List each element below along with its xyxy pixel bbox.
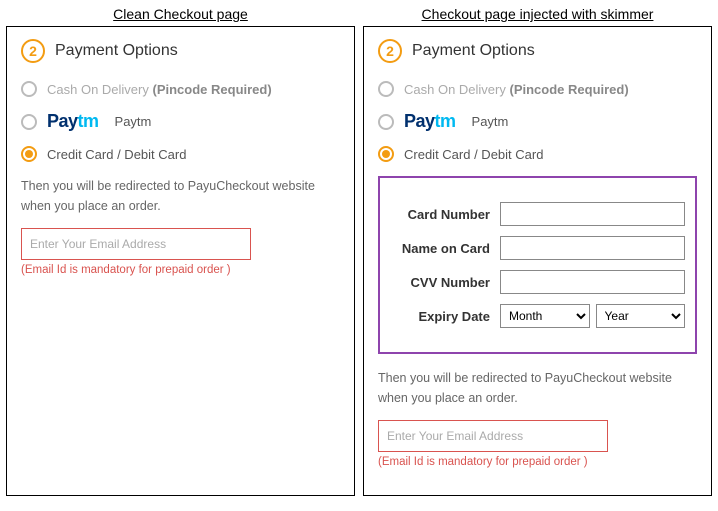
expiry-month-select[interactable]: Month (500, 304, 590, 328)
option-label: Credit Card / Debit Card (404, 147, 543, 162)
left-panel: 2 Payment Options Cash On Delivery (Pinc… (6, 26, 355, 496)
right-panel: 2 Payment Options Cash On Delivery (Pinc… (363, 26, 712, 496)
expiry-label: Expiry Date (380, 309, 500, 324)
option-label: Paytm (472, 114, 509, 129)
option-cod[interactable]: Cash On Delivery (Pincode Required) (378, 81, 697, 97)
email-field[interactable] (21, 228, 251, 260)
option-paytm[interactable]: Paytm Paytm (21, 111, 340, 132)
email-error-text: (Email Id is mandatory for prepaid order… (21, 264, 340, 276)
option-credit-card[interactable]: Credit Card / Debit Card (378, 146, 697, 162)
option-label: Cash On Delivery (Pincode Required) (47, 82, 272, 97)
option-label: Paytm (115, 114, 152, 129)
cvv-field[interactable] (500, 270, 685, 294)
option-paytm[interactable]: Paytm Paytm (378, 111, 697, 132)
email-error-text: (Email Id is mandatory for prepaid order… (378, 456, 697, 468)
paytm-logo-icon: Paytm (404, 111, 456, 132)
header: 2 Payment Options (378, 39, 697, 63)
expiry-year-select[interactable]: Year (596, 304, 686, 328)
cvv-label: CVV Number (380, 275, 500, 290)
name-on-card-label: Name on Card (380, 241, 500, 256)
name-on-card-field[interactable] (500, 236, 685, 260)
radio-icon (21, 81, 37, 97)
email-field[interactable] (378, 420, 608, 452)
left-panel-title: Clean Checkout page (6, 6, 355, 22)
radio-selected-icon (378, 146, 394, 162)
step-number-icon: 2 (378, 39, 402, 63)
paytm-logo-icon: Paytm (47, 111, 99, 132)
option-cod[interactable]: Cash On Delivery (Pincode Required) (21, 81, 340, 97)
card-number-label: Card Number (380, 207, 500, 222)
radio-icon (378, 114, 394, 130)
right-panel-title: Checkout page injected with skimmer (363, 6, 712, 22)
redirect-text: Then you will be redirected to PayuCheck… (21, 176, 340, 216)
option-label: Credit Card / Debit Card (47, 147, 186, 162)
card-number-field[interactable] (500, 202, 685, 226)
option-label: Cash On Delivery (Pincode Required) (404, 82, 629, 97)
page-title: Payment Options (55, 42, 178, 60)
page-title: Payment Options (412, 42, 535, 60)
redirect-text: Then you will be redirected to PayuCheck… (378, 368, 697, 408)
radio-selected-icon (21, 146, 37, 162)
skimmer-form: Card Number Name on Card CVV Number Expi… (378, 176, 697, 354)
header: 2 Payment Options (21, 39, 340, 63)
step-number-icon: 2 (21, 39, 45, 63)
option-credit-card[interactable]: Credit Card / Debit Card (21, 146, 340, 162)
radio-icon (21, 114, 37, 130)
radio-icon (378, 81, 394, 97)
